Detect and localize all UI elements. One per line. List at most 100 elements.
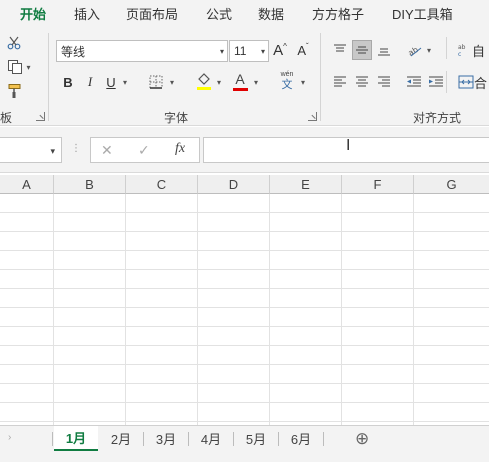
grid-line bbox=[0, 345, 489, 346]
align-middle-icon bbox=[356, 46, 368, 54]
align-top-icon bbox=[334, 44, 346, 52]
increase-indent-icon bbox=[429, 76, 443, 87]
grid-line bbox=[413, 194, 414, 425]
ribbon-tab-bar: 开始 插入 页面布局 公式 数据 方方格子 DIY工具箱 bbox=[0, 0, 489, 29]
increase-indent-button[interactable] bbox=[426, 72, 446, 92]
grid-line bbox=[197, 194, 198, 425]
ribbon: ▾ 板 等线 ▾ 11 ▾ A ^ Aˇ B I U ▾ ▾ ▾ A ▾ wén … bbox=[0, 27, 489, 126]
chevron-down-icon[interactable]: ▾ bbox=[301, 78, 305, 87]
italic-button[interactable]: I bbox=[80, 72, 100, 92]
font-launcher-icon[interactable] bbox=[308, 112, 317, 121]
align-top-button[interactable] bbox=[330, 40, 350, 60]
clipboard-launcher-icon[interactable] bbox=[36, 112, 45, 121]
add-sheet-icon[interactable]: ⊕ bbox=[355, 429, 369, 449]
orientation-button[interactable]: ab bbox=[405, 40, 425, 60]
grid-line bbox=[341, 194, 342, 425]
column-header-f[interactable]: F bbox=[342, 175, 414, 194]
wrap-text-button[interactable]: ab c 自 bbox=[458, 40, 489, 60]
enter-icon[interactable]: ✓ bbox=[138, 142, 150, 159]
ribbon-separator bbox=[320, 33, 321, 121]
grid-line bbox=[269, 194, 270, 425]
align-left-icon bbox=[334, 76, 346, 87]
sheet-tab-2[interactable]: 2月 bbox=[99, 426, 143, 451]
sheet-tab-4[interactable]: 4月 bbox=[189, 426, 233, 451]
align-left-button[interactable] bbox=[330, 72, 350, 92]
grow-font-button[interactable]: A ^ bbox=[270, 40, 290, 60]
phonetic-pinyin: wén bbox=[280, 71, 294, 78]
chevron-down-icon: ▾ bbox=[219, 47, 224, 56]
decrease-indent-button[interactable] bbox=[404, 72, 424, 92]
merge-center-button[interactable]: 合 bbox=[458, 72, 489, 92]
fill-color-icon[interactable] bbox=[194, 70, 214, 92]
align-center-icon bbox=[356, 76, 368, 87]
format-painter-icon[interactable] bbox=[6, 82, 24, 100]
grid-line bbox=[0, 231, 489, 232]
grid-line bbox=[0, 212, 489, 213]
align-center-button[interactable] bbox=[352, 72, 372, 92]
grid-line bbox=[53, 194, 54, 425]
chevron-down-icon[interactable]: ▾ bbox=[170, 78, 174, 87]
tab-formulas[interactable]: 公式 bbox=[206, 4, 232, 23]
align-bottom-button[interactable] bbox=[374, 40, 394, 60]
tab-page-layout[interactable]: 页面布局 bbox=[126, 4, 178, 23]
align-middle-button[interactable] bbox=[352, 40, 372, 60]
tab-fangfang[interactable]: 方方格子 bbox=[312, 4, 364, 23]
underline-button[interactable]: U bbox=[101, 72, 121, 92]
column-header-c[interactable]: C bbox=[126, 175, 198, 194]
grid-line bbox=[0, 421, 489, 422]
bold-button[interactable]: B bbox=[58, 72, 78, 92]
align-bottom-icon bbox=[378, 48, 390, 56]
column-header-b[interactable]: B bbox=[54, 175, 126, 194]
tab-data[interactable]: 数据 bbox=[258, 4, 284, 23]
merge-center-label: 合 bbox=[474, 75, 488, 91]
sheet-tab-3[interactable]: 3月 bbox=[144, 426, 188, 451]
borders-icon[interactable] bbox=[146, 72, 166, 92]
ribbon-separator bbox=[446, 71, 447, 93]
shrink-font-button[interactable]: Aˇ bbox=[293, 40, 313, 60]
grow-font-icon: A bbox=[273, 41, 284, 59]
sheet-tab-6[interactable]: 6月 bbox=[279, 426, 323, 451]
formula-bar: ▾ ⋮ ✕ ✓ fx I bbox=[0, 127, 489, 173]
tab-home[interactable]: 开始 bbox=[20, 4, 47, 29]
column-header-d[interactable]: D bbox=[198, 175, 270, 194]
worksheet-grid[interactable]: A B C D E F G bbox=[0, 175, 489, 425]
chevron-down-icon[interactable]: ▾ bbox=[427, 46, 431, 55]
align-right-icon bbox=[378, 76, 390, 87]
scroll-left-icon[interactable]: › bbox=[8, 432, 11, 443]
align-right-button[interactable] bbox=[374, 72, 394, 92]
chevron-down-icon[interactable]: ▾ bbox=[217, 78, 221, 87]
cancel-icon[interactable]: ✕ bbox=[101, 142, 113, 159]
formula-buttons: ✕ ✓ fx bbox=[90, 137, 200, 163]
sheet-separator bbox=[323, 432, 324, 446]
svg-text:ab: ab bbox=[458, 44, 466, 51]
chevron-down-icon[interactable]: ▾ bbox=[254, 78, 258, 87]
sheet-tab-5[interactable]: 5月 bbox=[234, 426, 278, 451]
ribbon-separator bbox=[446, 37, 447, 59]
svg-text:c: c bbox=[458, 51, 461, 57]
font-name-select[interactable]: 等线 ▾ bbox=[56, 40, 228, 62]
name-box[interactable]: ▾ bbox=[0, 137, 62, 163]
sheet-tab-1[interactable]: 1月 bbox=[54, 426, 98, 451]
phonetic-button[interactable]: wén 文 bbox=[276, 70, 298, 92]
grid-line bbox=[0, 364, 489, 365]
tab-diy-toolbox[interactable]: DIY工具箱 bbox=[392, 4, 453, 23]
chevron-down-icon[interactable]: ▾ bbox=[123, 78, 127, 87]
grid-line bbox=[0, 383, 489, 384]
grid-line bbox=[0, 326, 489, 327]
column-header-a[interactable]: A bbox=[0, 175, 54, 194]
font-color-button[interactable]: A bbox=[230, 70, 250, 92]
copy-icon[interactable]: ▾ bbox=[4, 58, 34, 76]
cut-icon[interactable] bbox=[6, 35, 22, 51]
column-header-g[interactable]: G bbox=[414, 175, 489, 194]
chevron-down-icon[interactable]: ▾ bbox=[50, 146, 55, 157]
text-orientation-icon: ab bbox=[407, 45, 422, 57]
more-options-icon[interactable]: ⋮ bbox=[71, 143, 81, 154]
column-header-e[interactable]: E bbox=[270, 175, 342, 194]
clipboard-group-label: 板 bbox=[0, 111, 13, 125]
tab-insert[interactable]: 插入 bbox=[74, 4, 100, 23]
font-group-label: 字体 bbox=[164, 111, 189, 125]
sheet-separator bbox=[52, 432, 53, 446]
font-size-select[interactable]: 11 ▾ bbox=[229, 40, 269, 62]
insert-function-icon[interactable]: fx bbox=[175, 141, 185, 157]
grid-line bbox=[0, 250, 489, 251]
